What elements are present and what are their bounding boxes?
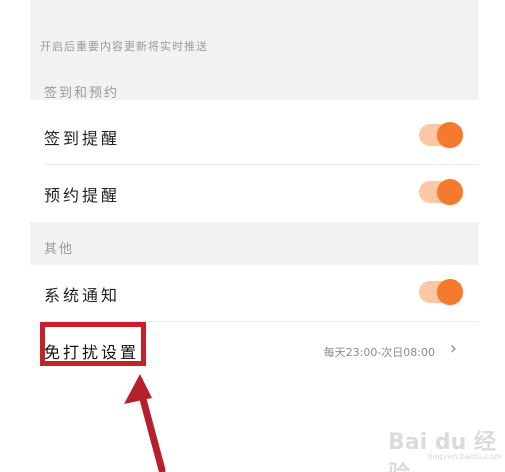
baidu-jingyan-watermark: Bai du 经验 jingyan.baidu.com (388, 420, 502, 472)
section-header-other: 其他 (44, 242, 75, 257)
system-notification-toggle[interactable] (419, 279, 463, 305)
booking-reminder-toggle[interactable] (419, 179, 463, 205)
booking-reminder-row[interactable]: 预约提醒 (30, 165, 479, 221)
checkin-reminder-toggle[interactable] (419, 122, 463, 148)
watermark-brand: Bai du 经验 (388, 430, 496, 472)
watermark-url: jingyan.baidu.com (428, 452, 502, 461)
booking-reminder-label: 预约提醒 (44, 186, 121, 205)
other-section-background (30, 222, 479, 265)
toggle-knob (437, 122, 463, 148)
system-notification-label: 系统通知 (44, 286, 121, 305)
annotation-arrow-icon (124, 374, 166, 472)
toggle-knob (437, 179, 463, 205)
section-header-checkin: 签到和预约 (44, 86, 120, 101)
annotation-highlight-box (40, 322, 146, 366)
checkin-reminder-label: 签到提醒 (44, 129, 121, 148)
notification-settings-panel: 开启后重要内容更新将实时推送 签到和预约 签到提醒 预约提醒 其他 系统通知 免… (30, 0, 479, 472)
checkin-reminder-row[interactable]: 签到提醒 (30, 108, 479, 164)
system-notification-row[interactable]: 系统通知 (30, 265, 479, 321)
chevron-right-icon: › (449, 338, 457, 359)
toggle-knob (437, 279, 463, 305)
do-not-disturb-time-value: 每天23:00-次日08:00 (323, 346, 435, 359)
push-hint-text: 开启后重要内容更新将实时推送 (40, 40, 208, 53)
settings-screen: 开启后重要内容更新将实时推送 签到和预约 签到提醒 预约提醒 其他 系统通知 免… (0, 0, 505, 472)
